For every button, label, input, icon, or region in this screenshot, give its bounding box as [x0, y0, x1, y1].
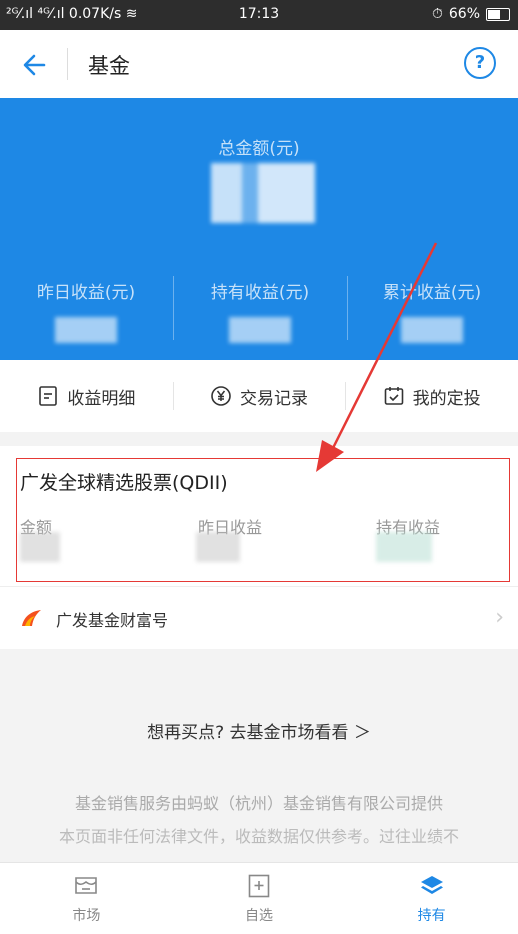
tab-holdings[interactable]: 持有: [345, 863, 518, 934]
alarm-icon: ⏱: [431, 6, 443, 22]
status-bar: ²ᴳ⁄.ıl ⁴ᴳ⁄.ıl 0.07K/s ≋ 17:13 ⏱ 66%: [0, 0, 518, 30]
disclaimer-line-2: 本页面非任何法律文件，收益数据仅供参考。过往业绩不: [58, 827, 459, 846]
market-icon: [75, 876, 98, 894]
layers-icon: [420, 875, 443, 894]
bottom-tab-bar: 市场 自选 持有: [0, 862, 518, 934]
transaction-records-label: 交易记录: [240, 388, 308, 409]
fund-market-link[interactable]: 想再买点? 去基金市场看看 ＞: [0, 718, 518, 743]
tab-watchlist[interactable]: 自选: [173, 863, 346, 934]
earnings-detail-button[interactable]: 收益明细: [0, 360, 173, 432]
battery-icon: [486, 7, 510, 21]
fund-company-name: 广发基金财富号: [56, 611, 169, 630]
page-title: 基金: [88, 54, 130, 78]
battery-percent: 66%: [448, 6, 480, 22]
help-button[interactable]: ?: [464, 47, 496, 79]
chevron-right-icon: ›: [495, 605, 504, 630]
holding-earnings: 持有收益(元): [174, 278, 346, 343]
fund-holding-value-masked: [376, 532, 432, 562]
arrow-left-icon: [23, 54, 46, 76]
holding-earnings-label: 持有收益(元): [210, 283, 310, 303]
my-auto-invest-button[interactable]: 我的定投: [345, 360, 518, 432]
fund-name: 广发全球精选股票(QDII): [20, 472, 228, 494]
calendar-check-icon: [384, 387, 403, 405]
holding-earnings-value-masked: [229, 317, 291, 343]
transaction-records-button[interactable]: 交易记录: [172, 360, 346, 432]
earnings-detail-label: 收益明细: [67, 388, 136, 409]
fund-yesterday-value-masked: [196, 532, 240, 562]
my-auto-invest-label: 我的定投: [412, 388, 481, 409]
nav-bar: 基金 ?: [0, 30, 518, 98]
tab-holdings-label: 持有: [417, 907, 446, 924]
nav-divider: [67, 48, 68, 80]
asset-summary: 总金额(元) 昨日收益(元) 持有收益(元) 累计收益(元): [0, 98, 518, 360]
back-button[interactable]: [20, 50, 50, 80]
yesterday-earnings: 昨日收益(元): [0, 278, 172, 343]
fund-amount-value-masked: [20, 532, 60, 562]
fund-company-row[interactable]: 广发基金财富号 ›: [0, 586, 518, 649]
total-amount-label: 总金额(元): [218, 139, 300, 159]
guangfa-logo-icon: [22, 610, 41, 626]
tab-watchlist-label: 自选: [245, 907, 273, 924]
tab-market-label: 市场: [72, 907, 101, 924]
yen-circle-icon: [211, 386, 231, 406]
receipt-icon: [39, 386, 58, 406]
cumulative-earnings-value-masked: [401, 317, 463, 343]
tab-market[interactable]: 市场: [0, 863, 173, 934]
disclaimer-line-1: 基金销售服务由蚂蚁（杭州）基金销售有限公司提供: [74, 794, 443, 813]
cumulative-earnings-label: 累计收益(元): [382, 283, 482, 303]
watchlist-icon: [248, 874, 270, 897]
action-row: 收益明细 交易记录 我的定投: [0, 360, 518, 432]
yesterday-earnings-value-masked: [55, 317, 117, 343]
cumulative-earnings: 累计收益(元): [346, 278, 518, 343]
fund-holding-card[interactable]: 广发全球精选股票(QDII) 金额 昨日收益 持有收益: [0, 446, 518, 586]
yesterday-earnings-label: 昨日收益(元): [36, 283, 136, 303]
status-right: ⏱ 66%: [432, 6, 510, 22]
total-amount-value-masked: [211, 163, 315, 223]
